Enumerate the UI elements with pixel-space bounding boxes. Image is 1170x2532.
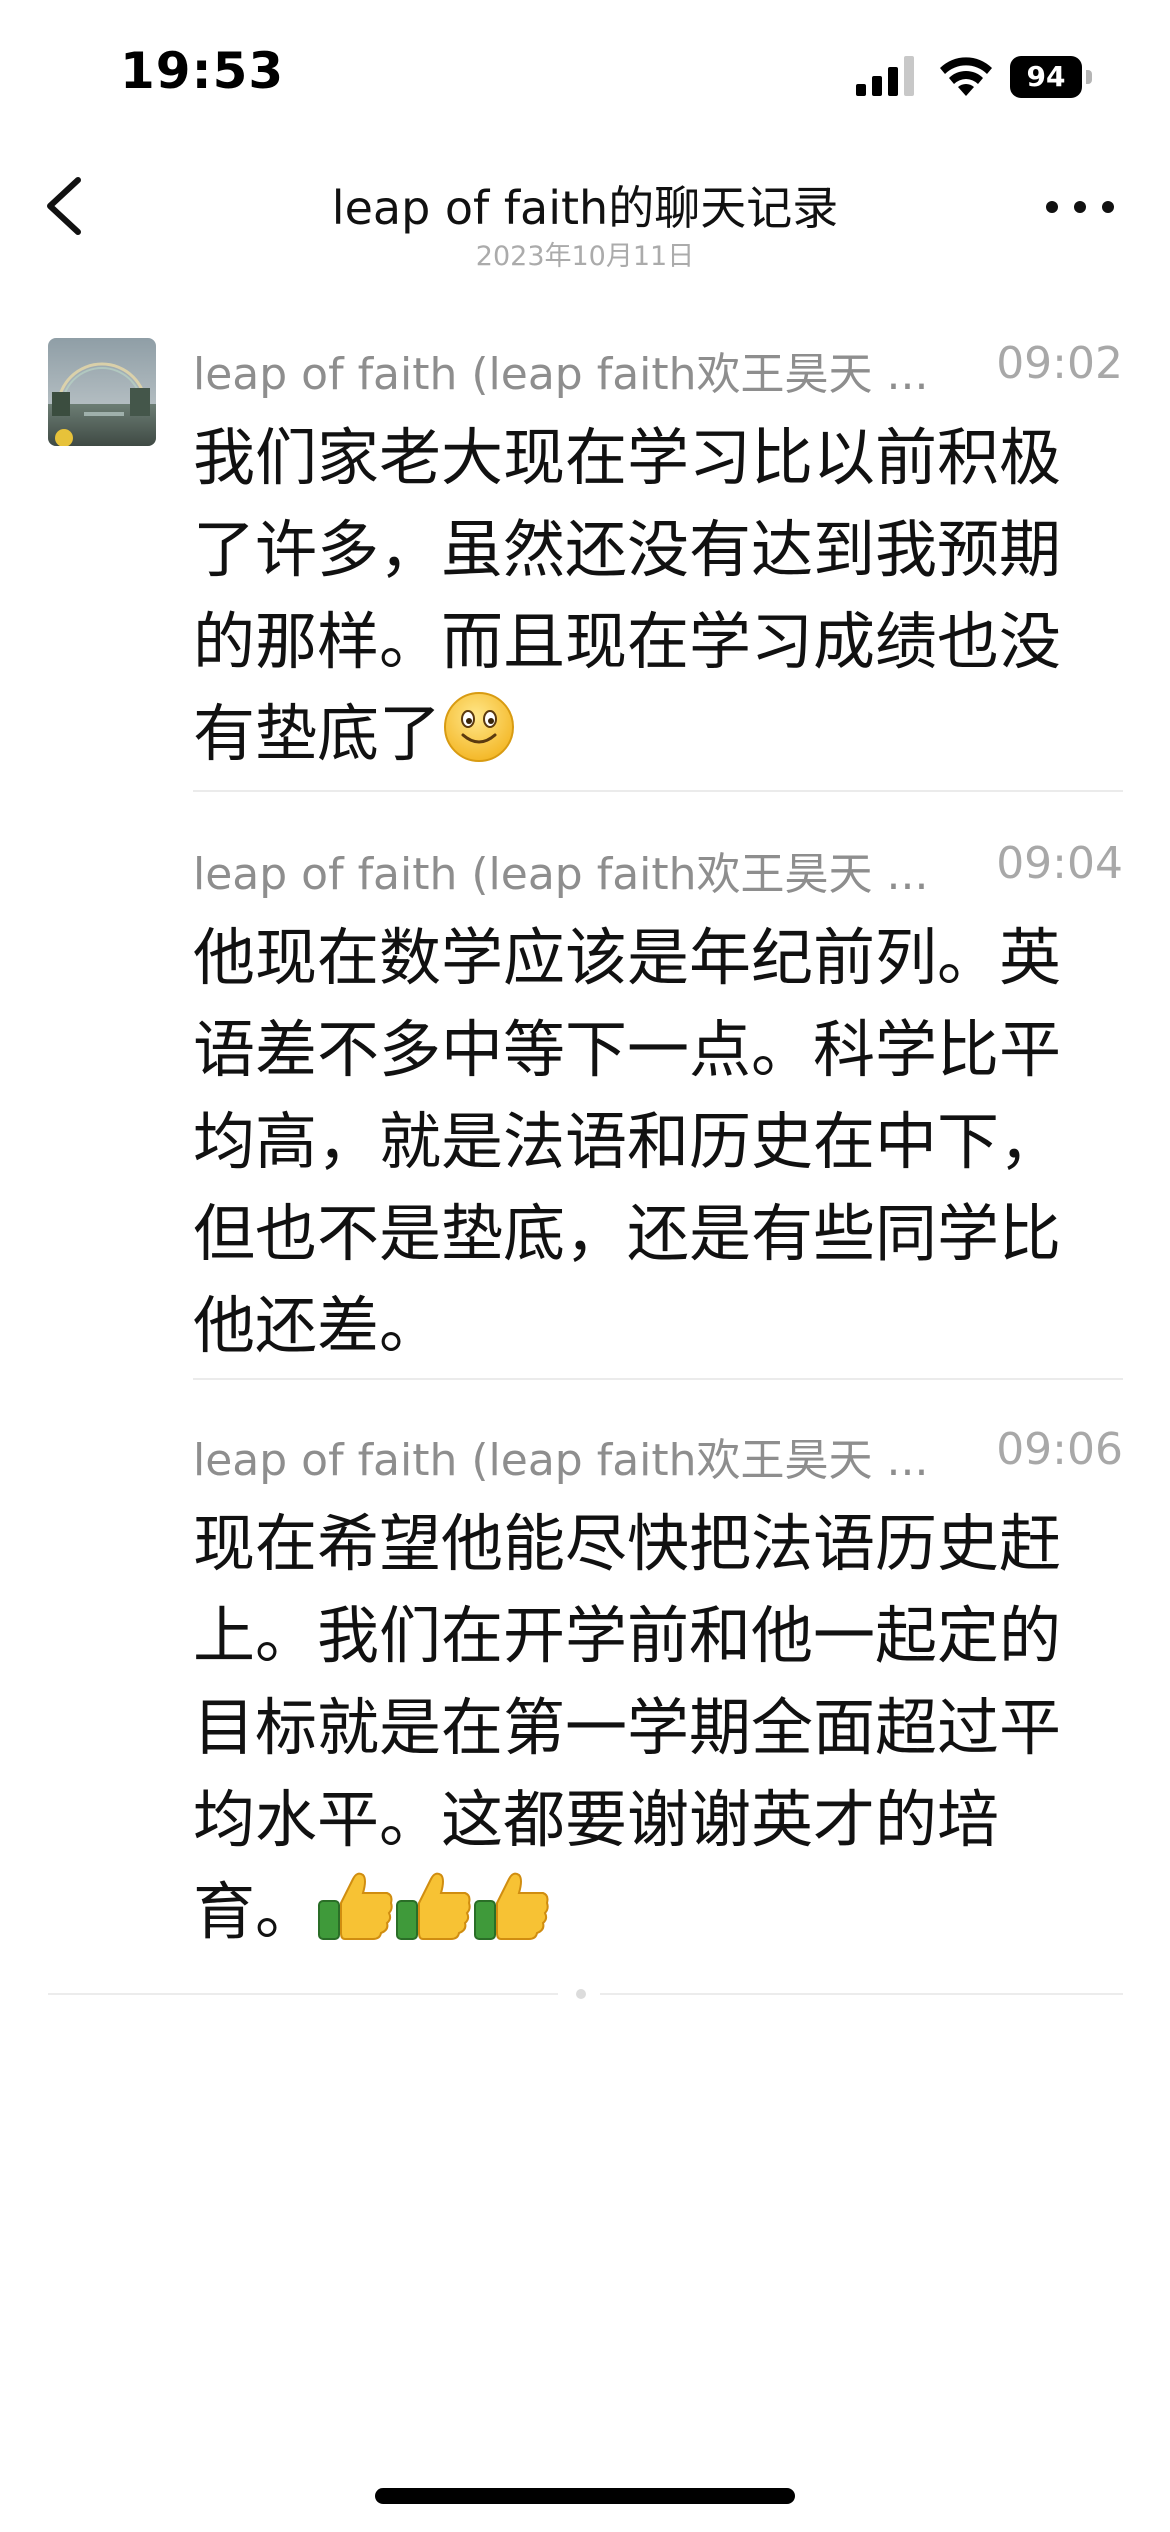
status-bar: 19:53 94 [0, 0, 1170, 150]
thumbs-up-emoji [396, 1872, 471, 1940]
battery-level: 94 [1010, 56, 1082, 98]
message-body[interactable]: 我们家老大现在学习比以前积极了许多，虽然还没有达到我预期的那样。而且现在学习成绩… [193, 412, 1098, 780]
message-item: leap of faith (leap faith欢王昊天 ... 09:06 … [193, 1424, 1123, 1958]
wifi-icon [940, 57, 992, 96]
cellular-signal-icon [856, 56, 914, 96]
page-date: 2023年10月11日 [475, 241, 695, 272]
message-sender: leap of faith (leap faith欢王昊天 ... [193, 1435, 929, 1486]
message-item: leap of faith (leap faith欢王昊天 ... 09:04 … [193, 838, 1123, 1372]
battery-icon: 94 [1010, 56, 1092, 98]
message-time: 09:06 [996, 1424, 1123, 1475]
message-time: 09:04 [996, 838, 1123, 889]
chat-history-header: leap of faith的聊天记录 2023年10月11日 [0, 150, 1170, 290]
end-divider-left [48, 1993, 558, 1995]
thumbs-up-emoji-group [317, 1872, 551, 1948]
message-text: 他现在数学应该是年纪前列。英语差不多中等下一点。科学比平均高，就是法语和历史在中… [193, 921, 1062, 1362]
message-text: 我们家老大现在学习比以前积极了许多，虽然还没有达到我预期的那样。而且现在学习成绩… [193, 421, 1062, 770]
message-divider [193, 790, 1123, 792]
status-time: 19:53 [120, 42, 285, 100]
smiling-face-emoji [444, 692, 515, 762]
message-sender: leap of faith (leap faith欢王昊天 ... [193, 849, 929, 900]
message-sender: leap of faith (leap faith欢王昊天 ... [193, 349, 929, 400]
thumbs-up-emoji [318, 1872, 393, 1940]
message-body[interactable]: 他现在数学应该是年纪前列。英语差不多中等下一点。科学比平均高，就是法语和历史在中… [193, 912, 1098, 1372]
message-meta: leap of faith (leap faith欢王昊天 ... 09:06 [193, 1424, 1123, 1486]
back-chevron-icon[interactable] [36, 170, 106, 240]
end-divider-dot [576, 1989, 586, 1999]
page-title: leap of faith的聊天记录 [331, 181, 839, 235]
message-meta: leap of faith (leap faith欢王昊天 ... 09:02 [193, 338, 1123, 400]
message-item: leap of faith (leap faith欢王昊天 ... 09:02 … [193, 338, 1123, 780]
message-meta: leap of faith (leap faith欢王昊天 ... 09:04 [193, 838, 1123, 900]
battery-cap [1086, 70, 1092, 84]
sender-avatar[interactable] [48, 338, 156, 446]
message-divider [193, 1378, 1123, 1380]
thumbs-up-emoji [474, 1872, 549, 1940]
end-divider-right [600, 1993, 1123, 1995]
message-time: 09:02 [996, 338, 1123, 389]
more-dots-icon[interactable] [1040, 182, 1120, 232]
message-body[interactable]: 现在希望他能尽快把法语历史赶上。我们在开学前和他一起定的目标就是在第一学期全面超… [193, 1498, 1098, 1958]
home-indicator[interactable] [375, 2488, 795, 2504]
